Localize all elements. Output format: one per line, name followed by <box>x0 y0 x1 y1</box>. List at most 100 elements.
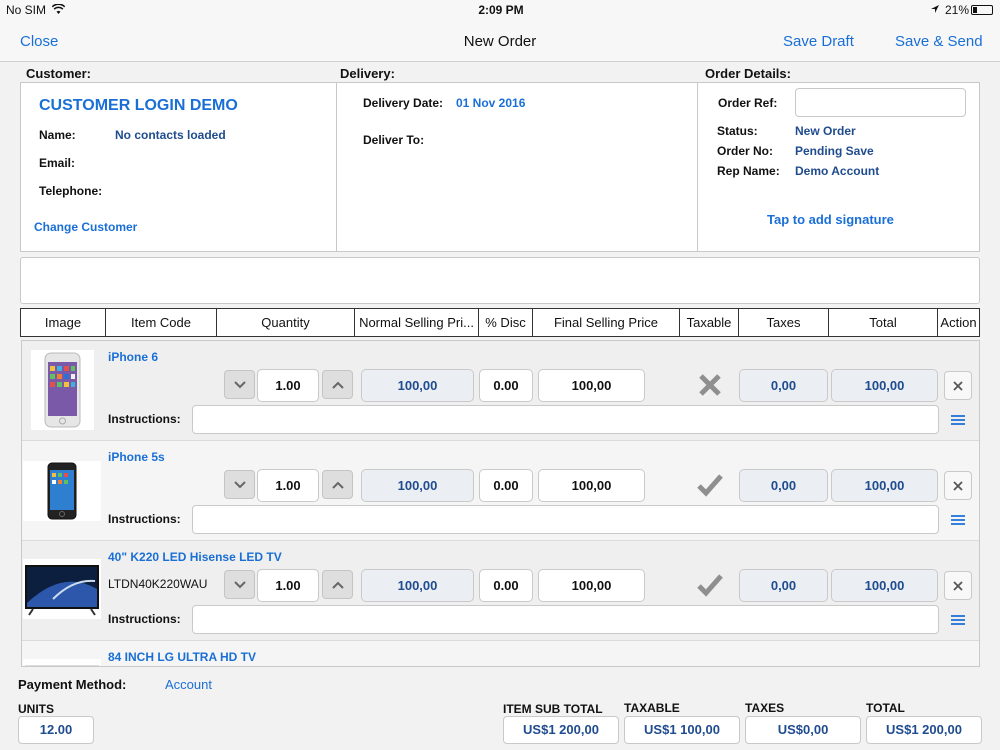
normal-price-field: 100,00 <box>361 369 474 402</box>
item-name[interactable]: iPhone 6 <box>108 350 158 364</box>
status-label: Status: <box>717 124 758 138</box>
order-no-value: Pending Save <box>795 144 874 158</box>
notes-field[interactable] <box>20 257 980 304</box>
instructions-input[interactable] <box>192 505 939 534</box>
quantity-decrease-button[interactable] <box>224 370 255 399</box>
change-customer-button[interactable]: Change Customer <box>34 220 137 234</box>
chevron-up-icon <box>331 581 344 589</box>
instructions-input[interactable] <box>192 405 939 434</box>
item-code: LTDN40K220WAU <box>108 577 208 591</box>
order-details-section-label: Order Details: <box>705 66 791 81</box>
taxable-check-icon[interactable] <box>697 573 723 597</box>
product-image <box>23 559 101 619</box>
final-price-field[interactable]: 100,00 <box>538 369 645 402</box>
order-ref-label: Order Ref: <box>718 96 778 110</box>
table-header: Image Item Code Quantity Normal Selling … <box>20 308 980 337</box>
wifi-icon <box>52 4 65 14</box>
not-taxable-x-icon[interactable] <box>698 373 722 397</box>
quantity-field[interactable]: 1.00 <box>257 369 319 402</box>
discount-field[interactable]: 0.00 <box>479 569 533 602</box>
clock: 2:09 PM <box>478 3 524 17</box>
remove-item-button[interactable] <box>944 371 972 400</box>
delivery-panel: Delivery Date: 01 Nov 2016 Deliver To: <box>337 83 698 251</box>
product-image <box>31 350 94 430</box>
normal-price-field: 100,00 <box>361 469 474 502</box>
battery-icon <box>971 5 993 15</box>
rep-name-label: Rep Name: <box>717 164 780 178</box>
item-subtotal-label: ITEM SUB TOTAL <box>503 702 603 716</box>
email-label: Email: <box>39 156 76 170</box>
column-header-item-code: Item Code <box>106 309 217 336</box>
quantity-field[interactable]: 1.00 <box>257 469 319 502</box>
chevron-down-icon <box>233 380 246 388</box>
total-field: 100,00 <box>831 569 938 602</box>
remove-item-button[interactable] <box>944 571 972 600</box>
remove-item-button[interactable] <box>944 471 972 500</box>
units-value: 12.00 <box>18 716 94 744</box>
instructions-input[interactable] <box>192 605 939 634</box>
grand-total-label: TOTAL <box>866 701 905 715</box>
quantity-decrease-button[interactable] <box>224 470 255 499</box>
quantity-increase-button[interactable] <box>322 470 353 499</box>
save-draft-button[interactable]: Save Draft <box>783 33 854 50</box>
menu-lines-icon[interactable] <box>950 514 966 526</box>
column-header-taxes: Taxes <box>739 309 829 336</box>
customer-name-title: CUSTOMER LOGIN DEMO <box>39 97 238 114</box>
final-price-field[interactable]: 100,00 <box>538 569 645 602</box>
quantity-field[interactable]: 1.00 <box>257 569 319 602</box>
save-send-button[interactable]: Save & Send <box>895 33 983 50</box>
grand-total-value: US$1 200,00 <box>866 716 982 744</box>
quantity-increase-button[interactable] <box>322 570 353 599</box>
column-header-quantity: Quantity <box>217 309 355 336</box>
name-label: Name: <box>39 128 76 142</box>
order-items-list[interactable]: iPhone 6 1.00 100,00 0.00 100,00 0,00 10… <box>21 340 980 667</box>
signature-button[interactable]: Tap to add signature <box>767 212 894 227</box>
discount-field[interactable]: 0.00 <box>479 469 533 502</box>
item-name[interactable]: 84 INCH LG ULTRA HD TV <box>108 650 256 664</box>
taxes-total-value: US$0,00 <box>745 716 861 744</box>
units-label: UNITS <box>18 702 54 716</box>
delivery-date-value[interactable]: 01 Nov 2016 <box>456 96 525 110</box>
final-price-field[interactable]: 100,00 <box>538 469 645 502</box>
status-value: New Order <box>795 124 856 138</box>
taxes-field: 0,00 <box>739 569 828 602</box>
contact-value[interactable]: No contacts loaded <box>115 128 226 142</box>
close-icon <box>953 380 963 391</box>
product-image <box>23 461 101 521</box>
nav-bar: Close New Order Save Draft Save & Send <box>0 20 1000 62</box>
column-header-final-price: Final Selling Price <box>533 309 680 336</box>
taxes-total-label: TAXES <box>745 701 785 715</box>
instructions-label: Instructions: <box>108 612 181 626</box>
close-icon <box>953 480 963 491</box>
total-field: 100,00 <box>831 469 938 502</box>
item-name[interactable]: iPhone 5s <box>108 450 165 464</box>
normal-price-field: 100,00 <box>361 569 474 602</box>
deliver-to-label: Deliver To: <box>363 133 425 147</box>
table-row: iPhone 5s 1.00 100,00 0.00 100,00 0,00 1… <box>22 441 979 541</box>
total-field: 100,00 <box>831 369 938 402</box>
column-header-action: Action <box>940 315 977 330</box>
close-button[interactable]: Close <box>20 33 58 50</box>
order-ref-input[interactable] <box>795 88 966 117</box>
quantity-increase-button[interactable] <box>322 370 353 399</box>
menu-lines-icon[interactable] <box>950 414 966 426</box>
page-title: New Order <box>463 33 537 50</box>
taxable-total-label: TAXABLE <box>624 701 680 715</box>
column-header-image: Image <box>21 309 106 336</box>
payment-method-value[interactable]: Account <box>165 677 212 692</box>
delivery-date-label: Delivery Date: <box>363 96 444 110</box>
payment-method-label: Payment Method: <box>18 677 127 692</box>
telephone-label: Telephone: <box>39 184 103 198</box>
menu-lines-icon[interactable] <box>950 614 966 626</box>
discount-field[interactable]: 0.00 <box>479 369 533 402</box>
chevron-down-icon <box>233 480 246 488</box>
item-name[interactable]: 40" K220 LED Hisense LED TV <box>108 550 282 564</box>
instructions-label: Instructions: <box>108 412 181 426</box>
chevron-down-icon <box>233 580 246 588</box>
instructions-label: Instructions: <box>108 512 181 526</box>
column-header-normal-price: Normal Selling Pri... <box>355 309 479 336</box>
taxable-check-icon[interactable] <box>697 473 723 497</box>
close-icon <box>953 580 963 591</box>
quantity-decrease-button[interactable] <box>224 570 255 599</box>
table-row: iPhone 6 1.00 100,00 0.00 100,00 0,00 10… <box>22 341 979 441</box>
